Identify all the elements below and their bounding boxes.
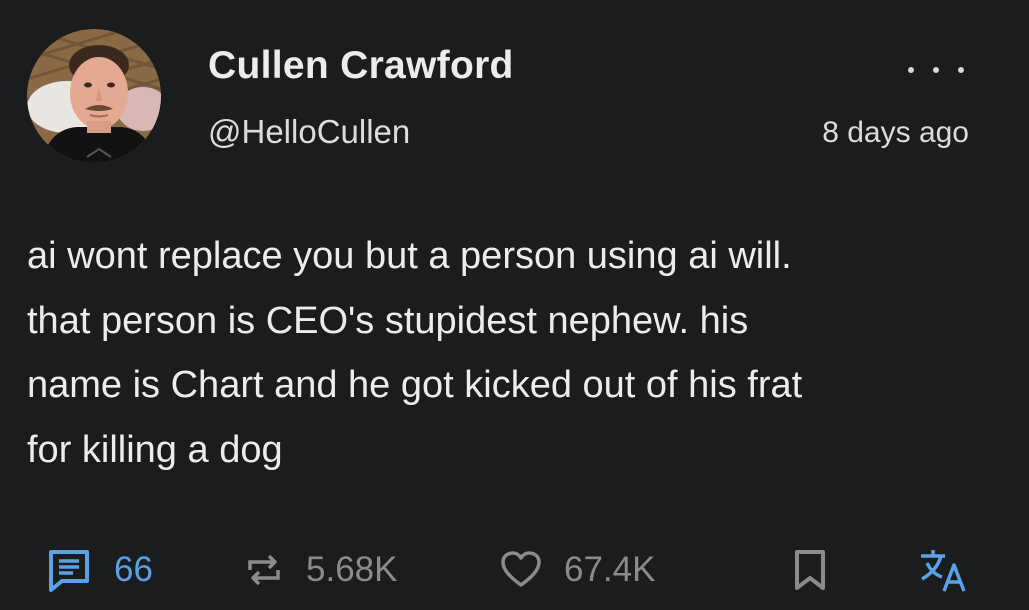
more-dot-icon [933,67,939,73]
bookmark-button[interactable] [792,540,828,600]
post-body-line: that person is CEO's stupidest nephew. h… [27,299,749,342]
like-count: 67.4K [564,550,656,589]
avatar-photo [27,29,161,163]
bookmark-icon [792,548,828,592]
author-handle[interactable]: @HelloCullen [208,113,410,151]
post-body-line: name is Chart and he got kicked out of h… [27,364,803,406]
post-timestamp: 8 days ago [822,116,969,149]
repost-button[interactable]: 5.68K [244,540,397,600]
avatar[interactable] [27,29,161,163]
post-body-line: ai wont replace you but a person using a… [27,235,792,277]
more-dot-icon [958,67,964,73]
translate-button[interactable] [918,540,968,600]
comment-icon [46,547,92,593]
post-body: ai wont replace you but a person using a… [27,224,1002,482]
translate-icon [918,547,968,593]
more-dot-icon [908,67,914,73]
action-bar: 66 5.68K 67.4K [0,540,1029,600]
post-card: Cullen Crawford @HelloCullen 8 days ago … [0,0,1029,610]
heart-icon [500,550,542,590]
repost-count: 5.68K [306,550,398,589]
like-button[interactable]: 67.4K [500,540,655,600]
post-body-line: for killing a dog [27,428,283,471]
repost-icon [244,550,284,590]
comments-count: 66 [114,550,153,589]
more-options-button[interactable] [908,58,964,82]
author-display-name[interactable]: Cullen Crawford [208,44,514,88]
comments-button[interactable]: 66 [46,540,153,600]
